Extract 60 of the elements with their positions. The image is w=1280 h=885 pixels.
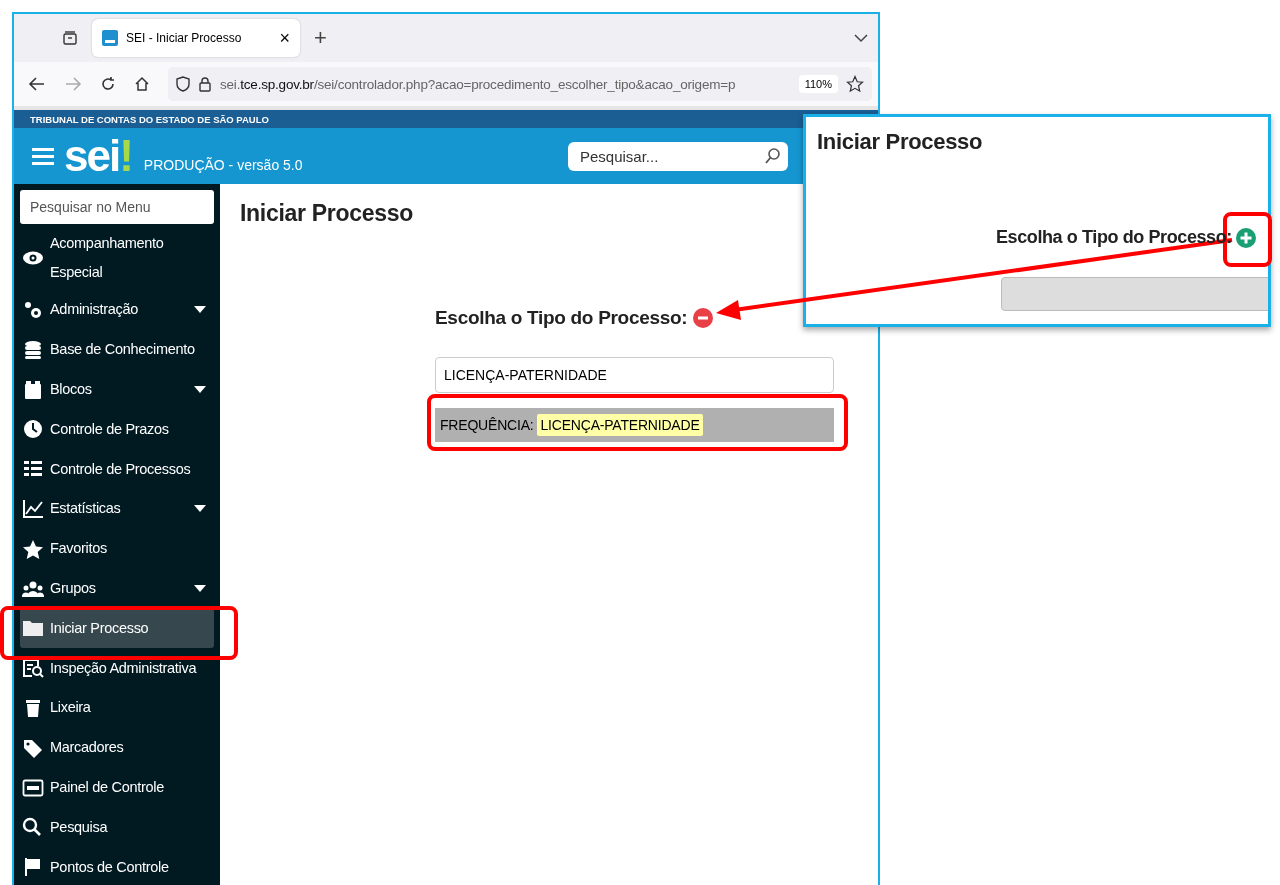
menu-item[interactable]: Inspeção Administrativa (20, 648, 214, 688)
inspect-icon (22, 658, 44, 679)
page-title: Iniciar Processo (240, 200, 414, 227)
plus-circle-icon[interactable] (1235, 227, 1256, 248)
caret-icon[interactable] (194, 305, 206, 314)
menu-item[interactable]: Pontos de Controle (20, 847, 214, 885)
chart-icon (22, 498, 44, 519)
menu-item[interactable]: Pesquisa (20, 807, 214, 848)
menu-search-field[interactable]: Pesquisar no Menu (20, 190, 214, 225)
page-title: Iniciar Processo (817, 129, 983, 155)
url-text: sei.tce.sp.gov.br/sei/controlador.php?acao=procedimento_escolher_tipo&acao_origem=p (220, 76, 737, 92)
chevron-icon[interactable] (854, 33, 868, 43)
search-field[interactable]: Pesquisar... (568, 141, 788, 171)
shield-icon[interactable] (176, 76, 190, 92)
caret-icon[interactable] (194, 504, 206, 513)
address-bar[interactable]: sei.tce.sp.gov.br/sei/controlador.php?acao=procedimento_escolher_tipo&acao_origem=p 110% (168, 67, 872, 101)
menu-item[interactable]: Blocos (20, 369, 214, 410)
organization-name: TRIBUNAL DE CONTAS DO ESTADO DE SÃO PAULO (30, 113, 269, 125)
panel-icon (22, 777, 44, 798)
menu-item[interactable]: Controle de Processos (20, 449, 214, 490)
menu-item[interactable]: Administração (20, 290, 214, 330)
caret-icon[interactable] (194, 385, 206, 394)
block-icon (22, 379, 44, 400)
lock-icon[interactable] (198, 76, 212, 92)
clock-icon (22, 419, 44, 440)
menu-item[interactable]: Grupos (20, 568, 214, 609)
minus-circle-icon[interactable] (693, 308, 714, 328)
star-icon[interactable] (846, 75, 864, 93)
zoom-level[interactable]: 110% (798, 75, 838, 93)
folder-icon (22, 618, 44, 639)
menu-item[interactable]: Favoritos (20, 528, 214, 569)
tab-title: SEI - Iniciar Processo (126, 31, 243, 45)
star-icon (22, 538, 44, 559)
menu-icon[interactable] (32, 147, 54, 165)
favicon-icon (102, 30, 118, 46)
result-option[interactable]: FREQUÊNCIA: LICENÇA-PATERNIDADE (435, 408, 834, 442)
menu-item[interactable]: Painel de Controle (20, 767, 214, 808)
gears-icon (22, 299, 44, 320)
tag-icon (22, 737, 44, 758)
menu-item[interactable]: Controle de Prazos (20, 409, 214, 450)
chooser-label: Escolha o Tipo do Processo: (435, 307, 688, 329)
back-icon[interactable] (28, 76, 46, 92)
menu-item[interactable]: Iniciar Processo (20, 608, 214, 649)
menu-item[interactable]: Lixeira (20, 688, 214, 728)
environment-label: PRODUÇÃO - versão 5.0 (143, 157, 303, 173)
caret-icon[interactable] (194, 584, 206, 593)
home-icon[interactable] (134, 76, 150, 92)
menu-item[interactable]: Base de Conhecimento (20, 329, 214, 370)
menu-item[interactable]: Acompanhamento Especial (20, 226, 214, 291)
reload-icon[interactable] (100, 76, 116, 92)
select-field[interactable] (1001, 277, 1268, 311)
menu-item[interactable]: Estatísticas (20, 489, 214, 529)
menu-item[interactable]: Marcadores (20, 727, 214, 768)
search-icon[interactable] (764, 146, 782, 165)
new-tab-button[interactable]: + (314, 25, 327, 51)
browser-tab[interactable]: SEI - Iniciar Processo × (92, 19, 300, 57)
filter-field[interactable]: LICENÇA-PATERNIDADE (435, 357, 834, 393)
tab-list-icon[interactable] (62, 30, 78, 46)
close-tab-button[interactable]: × (279, 27, 290, 49)
db-icon (22, 339, 44, 360)
